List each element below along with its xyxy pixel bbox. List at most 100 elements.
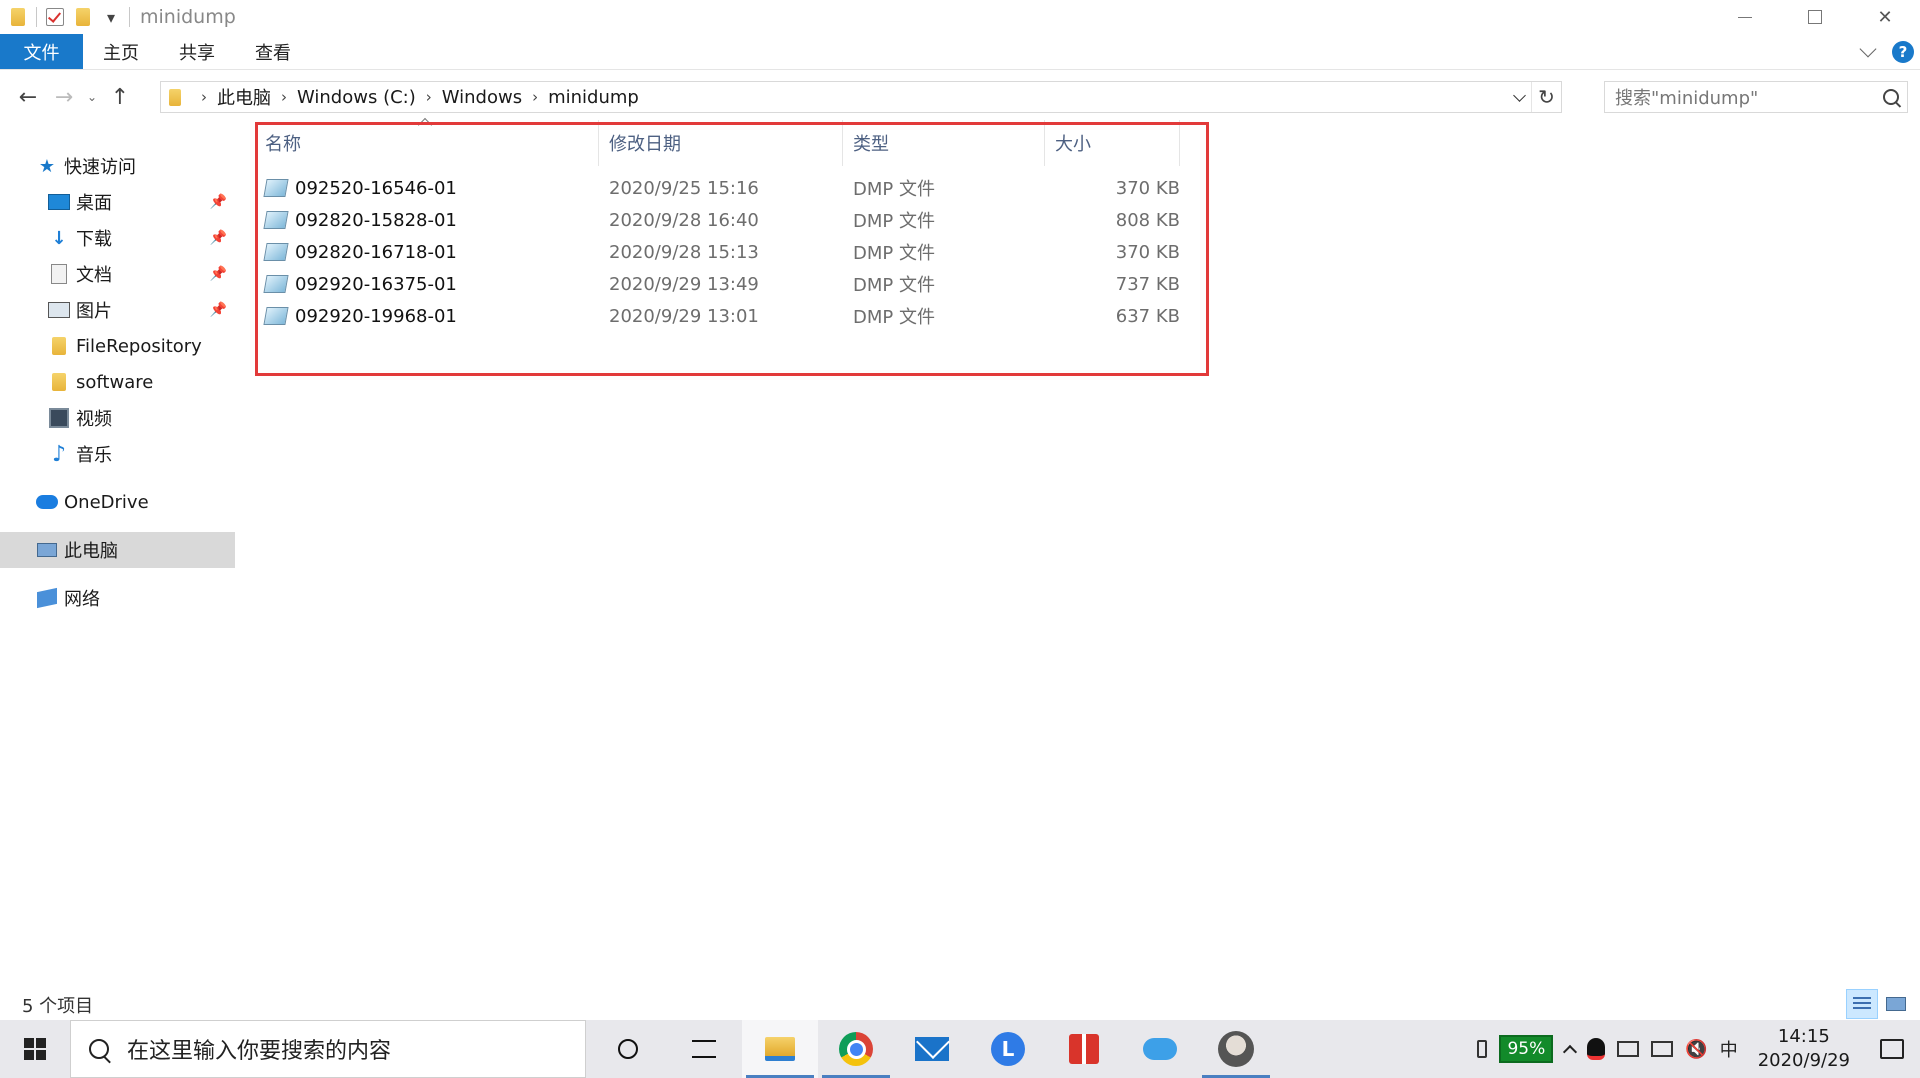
pin-icon[interactable]: 📌	[210, 302, 227, 318]
breadcrumb-minidump[interactable]: minidump	[548, 87, 639, 108]
table-row[interactable]: 092920-16375-01 2020/9/29 13:49 DMP 文件 7…	[255, 268, 1180, 300]
file-type: DMP 文件	[853, 275, 935, 296]
new-folder-icon[interactable]	[69, 3, 97, 31]
sidebar-item-music[interactable]: ♪ 音乐	[0, 436, 235, 472]
taskbar: 在这里输入你要搜索的内容 L 95% 🔇 中 14:15 2020/9/29	[0, 1020, 1920, 1078]
battery-indicator[interactable]: 95%	[1493, 1020, 1559, 1078]
large-icons-view-button[interactable]	[1880, 989, 1912, 1019]
search-box[interactable]: 搜索"minidump"	[1604, 81, 1908, 113]
task-view-button[interactable]	[666, 1020, 742, 1078]
close-button[interactable]: ✕	[1850, 0, 1920, 34]
taskbar-search-box[interactable]: 在这里输入你要搜索的内容	[70, 1020, 586, 1078]
refresh-button[interactable]: ↻	[1531, 82, 1561, 112]
customize-toolbar-button[interactable]: ▾	[97, 3, 125, 31]
gift-app[interactable]	[1046, 1020, 1122, 1078]
details-view-icon	[1853, 997, 1871, 1011]
chevron-right-icon[interactable]: ›	[201, 88, 207, 106]
tab-file[interactable]: 文件	[0, 34, 83, 69]
title-bar: ▾ minidump ✕	[0, 0, 1920, 34]
window-controls: ✕	[1710, 0, 1920, 34]
file-explorer-app[interactable]	[742, 1020, 818, 1078]
address-bar[interactable]: › 此电脑 › Windows (C:) › Windows › minidum…	[160, 81, 1562, 113]
sidebar-item-desktop[interactable]: 桌面 📌	[0, 184, 235, 220]
sidebar-item-network[interactable]: 网络	[0, 580, 235, 616]
mail-app[interactable]	[894, 1020, 970, 1078]
sidebar-item-software[interactable]: software	[0, 364, 235, 400]
column-header-size[interactable]: 大小	[1045, 120, 1180, 166]
navigation-bar: ← → ⌄ ↑ › 此电脑 › Windows (C:) › Windows ›…	[0, 78, 1920, 116]
view-switcher	[1846, 989, 1912, 1019]
sidebar-item-downloads[interactable]: ↓ 下载 📌	[0, 220, 235, 256]
column-header-date[interactable]: 修改日期	[599, 120, 843, 166]
sidebar-item-label: software	[76, 371, 154, 393]
browser-app[interactable]	[818, 1020, 894, 1078]
qq-icon[interactable]	[1581, 1020, 1611, 1078]
action-center-button[interactable]	[1864, 1020, 1920, 1078]
volume-muted-icon[interactable]: 🔇	[1679, 1020, 1713, 1078]
sidebar-item-videos[interactable]: 视频	[0, 400, 235, 436]
breadcrumb-windows[interactable]: Windows	[442, 87, 522, 108]
minimize-button[interactable]	[1710, 0, 1780, 34]
table-row[interactable]: 092820-16718-01 2020/9/28 15:13 DMP 文件 3…	[255, 236, 1180, 268]
back-button[interactable]: ←	[10, 79, 46, 115]
search-input[interactable]: 搜索"minidump"	[1615, 84, 1883, 110]
cloud-app[interactable]	[1122, 1020, 1198, 1078]
chevron-right-icon[interactable]: ›	[426, 88, 432, 106]
status-bar: 5 个项目	[0, 988, 1920, 1022]
cortana-button[interactable]	[590, 1020, 666, 1078]
tab-share[interactable]: 共享	[159, 34, 235, 69]
file-type: DMP 文件	[853, 307, 935, 328]
device-icon[interactable]	[1611, 1020, 1645, 1078]
l-app[interactable]: L	[970, 1020, 1046, 1078]
forward-button[interactable]: →	[46, 79, 82, 115]
details-view-button[interactable]	[1846, 989, 1878, 1019]
table-row[interactable]: 092520-16546-01 2020/9/25 15:16 DMP 文件 3…	[255, 172, 1180, 204]
sidebar-item-filerepository[interactable]: FileRepository	[0, 328, 235, 364]
file-type: DMP 文件	[853, 211, 935, 232]
sidebar-item-documents[interactable]: 文档 📌	[0, 256, 235, 292]
file-name-cell: 092520-16546-01	[255, 172, 599, 204]
breadcrumb-drive-c[interactable]: Windows (C:)	[297, 87, 416, 108]
help-button[interactable]: ?	[1892, 41, 1914, 63]
l-app-icon: L	[991, 1032, 1025, 1066]
sidebar-item-this-pc[interactable]: 此电脑	[0, 532, 235, 568]
column-header-type[interactable]: 类型	[843, 120, 1045, 166]
tab-home[interactable]: 主页	[83, 34, 159, 69]
avatar-app[interactable]	[1198, 1020, 1274, 1078]
input-method-indicator[interactable]: 中	[1714, 1020, 1744, 1078]
pin-icon[interactable]: 📌	[210, 230, 227, 246]
folder-icon[interactable]	[4, 3, 32, 31]
sidebar-item-pictures[interactable]: 图片 📌	[0, 292, 235, 328]
pin-icon[interactable]: 📌	[210, 266, 227, 282]
maximize-button[interactable]	[1780, 0, 1850, 34]
sidebar-item-label: 视频	[76, 409, 112, 430]
address-dropdown-button[interactable]	[1507, 88, 1531, 102]
search-icon	[89, 1039, 109, 1059]
start-button[interactable]	[0, 1020, 70, 1078]
clock[interactable]: 14:15 2020/9/29	[1744, 1025, 1864, 1073]
taskbar-search-input[interactable]: 在这里输入你要搜索的内容	[127, 1033, 391, 1065]
show-hidden-icons-button[interactable]	[1559, 1020, 1581, 1078]
sidebar-item-quick-access[interactable]: ★ 快速访问	[0, 148, 235, 184]
up-button[interactable]: ↑	[102, 79, 138, 115]
search-icon[interactable]	[1883, 89, 1899, 105]
network-status-icon[interactable]	[1645, 1020, 1679, 1078]
power-icon[interactable]	[1471, 1020, 1493, 1078]
table-row[interactable]: 092820-15828-01 2020/9/28 16:40 DMP 文件 8…	[255, 204, 1180, 236]
expand-ribbon-icon[interactable]	[1859, 40, 1877, 58]
pin-icon[interactable]: 📌	[210, 194, 227, 210]
sidebar-item-onedrive[interactable]: OneDrive	[0, 484, 235, 520]
tab-view[interactable]: 查看	[235, 34, 311, 69]
recent-locations-button[interactable]: ⌄	[82, 79, 102, 115]
chevron-right-icon[interactable]: ›	[281, 88, 287, 106]
file-date: 2020/9/29 13:49	[609, 273, 759, 295]
breadcrumb-this-pc[interactable]: 此电脑	[217, 84, 271, 110]
properties-icon[interactable]	[41, 3, 69, 31]
large-icons-view-icon	[1886, 997, 1906, 1011]
windows-logo-icon	[24, 1038, 46, 1060]
folder-icon	[48, 371, 70, 393]
ribbon-right: ?	[1859, 34, 1914, 70]
chevron-right-icon[interactable]: ›	[532, 88, 538, 106]
sidebar-item-label: 桌面	[76, 193, 112, 214]
table-row[interactable]: 092920-19968-01 2020/9/29 13:01 DMP 文件 6…	[255, 300, 1180, 332]
